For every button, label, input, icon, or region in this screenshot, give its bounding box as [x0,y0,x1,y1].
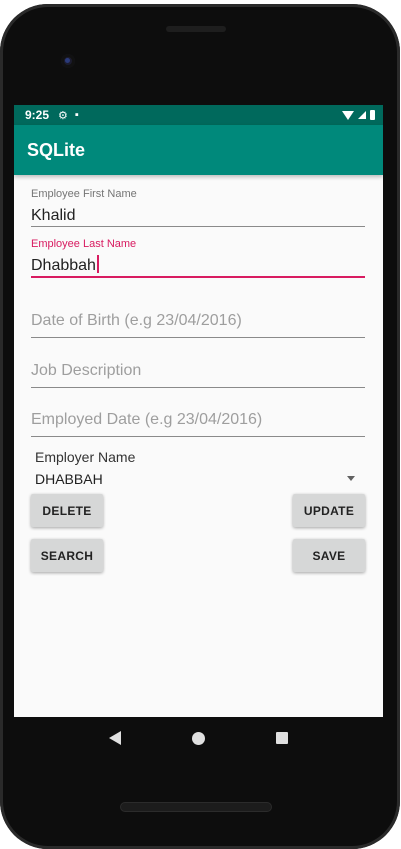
employed-date-field[interactable]: Employed Date (e.g 23/04/2016) [31,408,365,437]
delete-button[interactable]: DELETE [31,494,103,527]
status-right-icons [342,110,375,120]
job-description-input[interactable]: Job Description [31,359,365,383]
recents-icon[interactable] [275,732,288,744]
app-title: SQLite [27,139,86,160]
home-icon[interactable] [191,731,205,745]
sd-card-icon: ▪ [74,109,79,121]
first-name-input[interactable]: Khalid [31,202,365,226]
date-of-birth-underline [31,337,365,338]
top-speaker [166,26,226,32]
employer-name-label: Employer Name [35,449,136,465]
back-icon[interactable] [109,731,122,745]
navigation-bar [14,717,383,759]
wifi-icon [342,110,354,120]
first-name-underline [31,226,365,227]
job-description-field[interactable]: Job Description [31,359,365,388]
screen: 9:25 ⚙ ▪ SQLite Employee First Name Khal… [14,105,383,717]
employed-date-input[interactable]: Employed Date (e.g 23/04/2016) [31,408,365,432]
date-of-birth-field[interactable]: Date of Birth (e.g 23/04/2016) [31,309,365,338]
employer-selected-value: DHABBAH [35,471,103,487]
status-bar: 9:25 ⚙ ▪ [14,105,383,125]
first-name-label: Employee First Name [31,188,137,200]
phone-frame: 9:25 ⚙ ▪ SQLite Employee First Name Khal… [0,4,400,849]
bottom-speaker [120,802,272,812]
last-name-input[interactable]: Dhabbah [31,252,365,276]
last-name-label: Employee Last Name [31,238,137,250]
first-name-field[interactable]: Employee First Name Khalid [31,188,365,227]
text-cursor [96,255,99,273]
gear-icon: ⚙ [58,109,68,122]
job-description-underline [31,387,365,388]
front-camera [61,54,75,68]
last-name-field[interactable]: Employee Last Name Dhabbah [31,238,365,278]
battery-icon [370,110,375,120]
employer-spinner[interactable]: DHABBAH [31,467,365,491]
date-of-birth-input[interactable]: Date of Birth (e.g 23/04/2016) [31,309,365,333]
status-time: 9:25 [25,108,50,122]
update-button[interactable]: UPDATE [293,494,365,527]
app-bar: SQLite [14,125,383,175]
employed-date-underline [31,436,365,437]
search-button[interactable]: SEARCH [31,539,103,572]
save-button[interactable]: SAVE [293,539,365,572]
dropdown-arrow-icon[interactable] [347,476,355,481]
signal-icon [358,111,366,119]
last-name-value: Dhabbah [31,257,96,274]
